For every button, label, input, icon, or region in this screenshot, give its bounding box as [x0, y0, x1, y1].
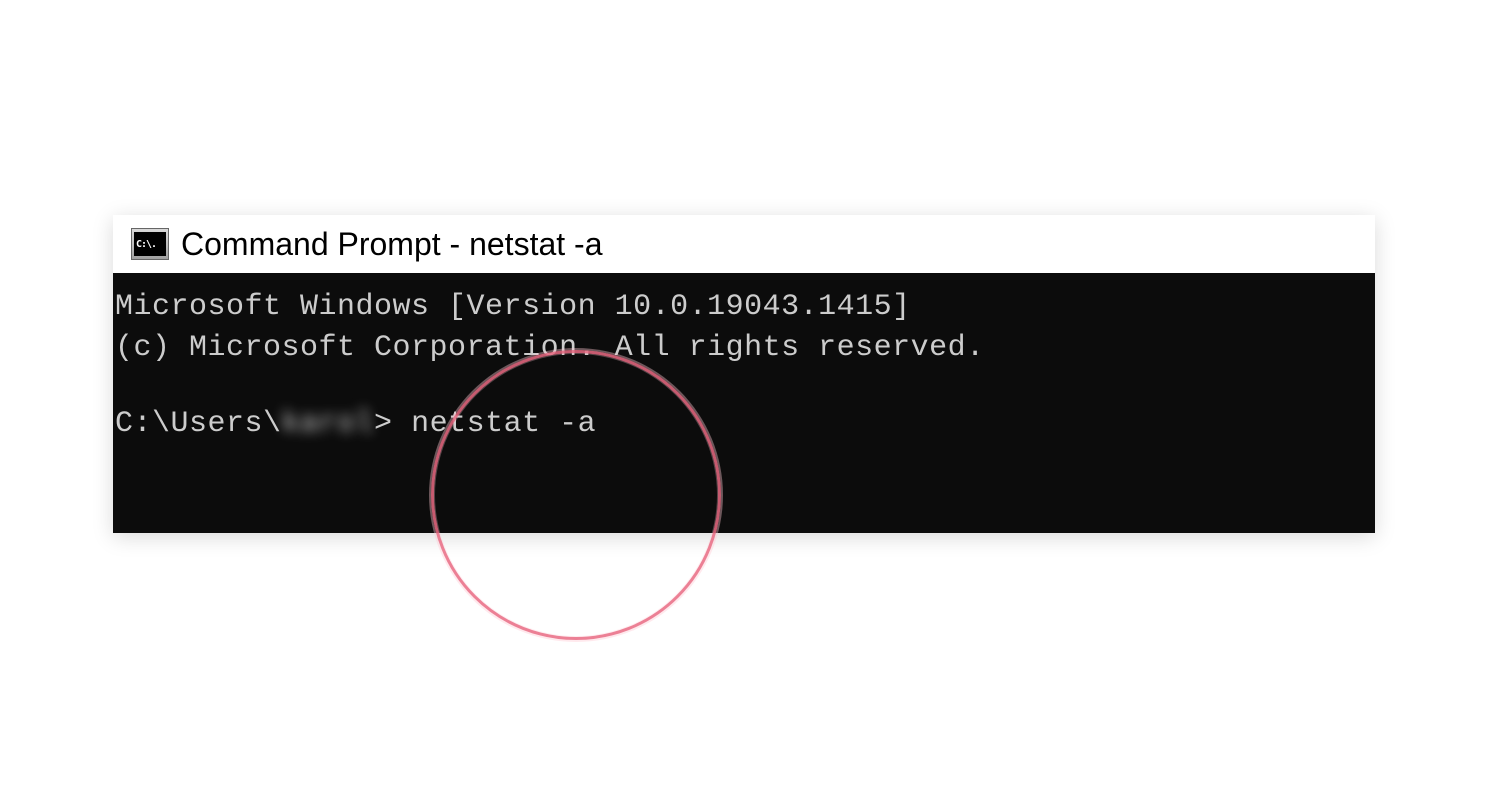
window-titlebar[interactable]: C:\. Command Prompt - netstat -a	[113, 215, 1375, 273]
command-prompt-window: C:\. Command Prompt - netstat -a Microso…	[113, 215, 1375, 533]
command-prompt-icon: C:\.	[131, 228, 169, 260]
command-prompt-icon-glyph: C:\.	[134, 232, 166, 256]
prompt-path-prefix: C:\Users\	[115, 407, 282, 441]
window-title: Command Prompt - netstat -a	[181, 226, 602, 263]
terminal-prompt-line: C:\Users\karol> netstat -a	[113, 404, 1375, 445]
terminal-copyright-line: (c) Microsoft Corporation. All rights re…	[113, 328, 1375, 369]
prompt-suffix: >	[374, 407, 411, 441]
terminal-version-line: Microsoft Windows [Version 10.0.19043.14…	[113, 287, 1375, 328]
terminal-output[interactable]: Microsoft Windows [Version 10.0.19043.14…	[113, 273, 1375, 533]
prompt-command: netstat -a	[411, 407, 596, 441]
prompt-username-blurred: karol	[282, 407, 375, 441]
